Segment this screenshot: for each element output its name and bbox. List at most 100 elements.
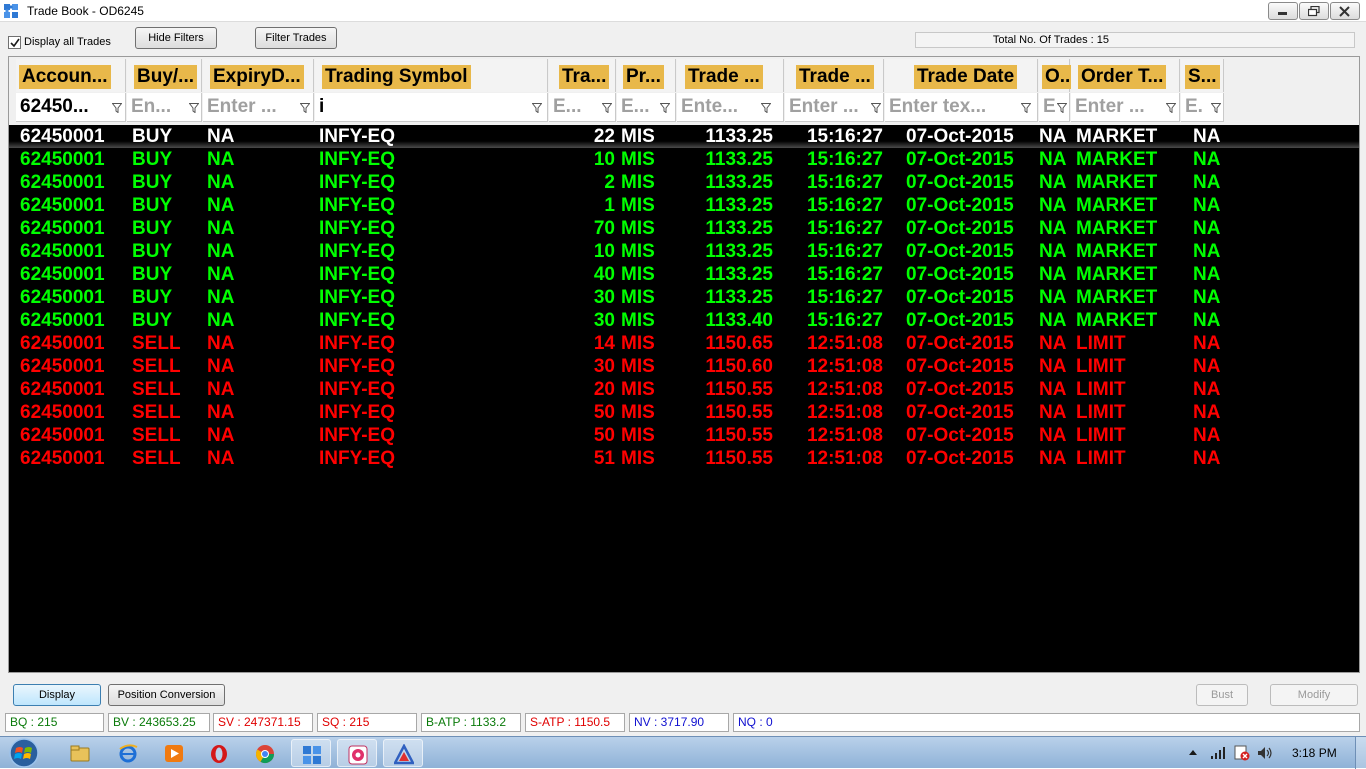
filter-funnel-icon[interactable] xyxy=(1057,103,1067,113)
table-row[interactable]: 62450001 BUY NA INFY-EQ 10 MIS 1133.25 15:16:27… xyxy=(9,148,1359,171)
column-header-symbol[interactable]: Trading Symbol xyxy=(315,59,548,92)
display-all-trades-checkbox[interactable] xyxy=(8,36,21,49)
position-conversion-button[interactable]: Position Conversion xyxy=(108,684,225,706)
column-header-label: Buy/... xyxy=(134,65,198,89)
filter-input-qty[interactable]: E... xyxy=(549,93,616,122)
table-row[interactable]: 62450001 BUY NA INFY-EQ 30 MIS 1133.25 15:16:27… xyxy=(9,286,1359,309)
filter-funnel-icon[interactable] xyxy=(761,103,771,113)
filter-text: E. xyxy=(1185,96,1203,117)
taskbar-item[interactable] xyxy=(337,739,377,767)
cell-account: 62450001 xyxy=(20,310,105,331)
display-all-trades-label: Display all Trades xyxy=(24,36,111,48)
column-header-ordertype[interactable]: Order T... xyxy=(1071,59,1180,92)
cell-date: 07-Oct-2015 xyxy=(906,126,1014,147)
column-header-product[interactable]: Pr... xyxy=(617,59,676,92)
taskbar-item[interactable] xyxy=(245,739,285,767)
filter-input-account[interactable]: 62450... xyxy=(16,93,126,122)
filter-funnel-icon[interactable] xyxy=(1166,103,1176,113)
cell-expiry: NA xyxy=(207,356,235,377)
trade-book-window: Trade Book - OD6245 Display all Trades H… xyxy=(0,0,1366,769)
filter-input-date[interactable]: Enter tex... xyxy=(885,93,1038,122)
show-hidden-icons-icon[interactable] xyxy=(1188,748,1198,756)
filter-funnel-icon[interactable] xyxy=(532,103,542,113)
cell-ordertype: MARKET xyxy=(1076,287,1158,308)
taskbar-item[interactable] xyxy=(108,739,148,767)
column-header-o[interactable]: O.. xyxy=(1039,59,1074,92)
close-button[interactable] xyxy=(1330,2,1360,20)
taskbar-item[interactable] xyxy=(154,739,194,767)
table-row[interactable]: 62450001 BUY NA INFY-EQ 1 MIS 1133.25 15:16:27 0… xyxy=(9,194,1359,217)
cell-side: BUY xyxy=(132,126,173,147)
column-header-price[interactable]: Trade ... xyxy=(677,59,784,92)
filter-input-price[interactable]: Ente... xyxy=(677,93,784,122)
filter-input-expiry[interactable]: Enter ... xyxy=(203,93,314,122)
cell-price: 1133.25 xyxy=(705,287,773,308)
filter-input-ordertype[interactable]: Enter ... xyxy=(1071,93,1180,122)
filter-funnel-icon[interactable] xyxy=(871,103,881,113)
display-button[interactable]: Display xyxy=(13,684,101,706)
cell-time: 12:51:08 xyxy=(806,379,883,400)
filter-text: E... xyxy=(621,96,650,117)
filter-input-s[interactable]: E. xyxy=(1181,93,1224,122)
filter-funnel-icon[interactable] xyxy=(1021,103,1031,113)
cell-s: NA xyxy=(1193,402,1221,423)
taskbar-item[interactable] xyxy=(383,739,423,767)
hide-filters-button[interactable]: Hide Filters xyxy=(135,27,217,49)
column-header-side[interactable]: Buy/... xyxy=(127,59,202,92)
column-header-expiry[interactable]: ExpiryD... xyxy=(203,59,314,92)
table-row[interactable]: 62450001 SELL NA INFY-EQ 51 MIS 1150.55 12:51:0… xyxy=(9,447,1359,470)
filter-funnel-icon[interactable] xyxy=(1211,103,1221,113)
paint-app-icon xyxy=(348,745,368,765)
cell-date: 07-Oct-2015 xyxy=(906,379,1014,400)
table-row[interactable]: 62450001 BUY NA INFY-EQ 10 MIS 1133.25 15:16:27… xyxy=(9,240,1359,263)
table-row[interactable]: 62450001 SELL NA INFY-EQ 50 MIS 1150.55 12:51:0… xyxy=(9,424,1359,447)
restore-button[interactable] xyxy=(1299,2,1329,20)
taskbar-item[interactable] xyxy=(291,739,331,767)
windows-start-icon[interactable] xyxy=(4,738,44,768)
filter-funnel-icon[interactable] xyxy=(189,103,199,113)
table-row[interactable]: 62450001 BUY NA INFY-EQ 2 MIS 1133.25 15:16:27 0… xyxy=(9,171,1359,194)
modify-button[interactable]: Modify xyxy=(1270,684,1358,706)
cell-account: 62450001 xyxy=(20,448,105,469)
minimize-button[interactable] xyxy=(1268,2,1298,20)
cell-qty: 14 xyxy=(593,333,615,354)
sell-atp: S-ATP : 1150.5 xyxy=(525,713,625,732)
filter-input-o[interactable]: E xyxy=(1039,93,1070,122)
cell-symbol: INFY-EQ xyxy=(319,195,396,216)
taskbar-item[interactable] xyxy=(60,739,100,767)
filter-funnel-icon[interactable] xyxy=(660,103,670,113)
cell-product: MIS xyxy=(621,310,655,331)
filter-input-product[interactable]: E... xyxy=(617,93,676,122)
network-icon[interactable] xyxy=(1210,746,1226,760)
table-row[interactable]: 62450001 SELL NA INFY-EQ 30 MIS 1150.60 12:51:0… xyxy=(9,355,1359,378)
cell-o: NA xyxy=(1039,425,1067,446)
column-header-account[interactable]: Accoun... xyxy=(16,59,126,92)
column-header-date[interactable]: Trade Date xyxy=(885,59,1038,92)
trades-grid[interactable]: 62450001 BUY NA INFY-EQ 22 MIS 1133.25 15:16:27… xyxy=(8,56,1360,673)
column-header-time[interactable]: Trade ... xyxy=(785,59,884,92)
filter-funnel-icon[interactable] xyxy=(300,103,310,113)
bust-button[interactable]: Bust xyxy=(1196,684,1248,706)
filter-input-side[interactable]: En... xyxy=(127,93,202,122)
column-header-qty[interactable]: Tra... xyxy=(549,59,616,92)
table-row[interactable]: 62450001 SELL NA INFY-EQ 14 MIS 1150.65 12:51:0… xyxy=(9,332,1359,355)
taskbar-item[interactable] xyxy=(199,739,239,767)
filter-funnel-icon[interactable] xyxy=(602,103,612,113)
table-row[interactable]: 62450001 BUY NA INFY-EQ 30 MIS 1133.40 15:16:27… xyxy=(9,309,1359,332)
filter-input-time[interactable]: Enter ... xyxy=(785,93,884,122)
table-row[interactable]: 62450001 SELL NA INFY-EQ 50 MIS 1150.55 12:51:0… xyxy=(9,401,1359,424)
volume-icon[interactable] xyxy=(1257,746,1273,760)
action-center-icon[interactable] xyxy=(1234,745,1250,761)
cell-date: 07-Oct-2015 xyxy=(906,195,1014,216)
filter-input-symbol[interactable]: i xyxy=(315,93,548,122)
cell-side: BUY xyxy=(132,172,173,193)
filter-funnel-icon[interactable] xyxy=(112,103,122,113)
table-row[interactable]: 62450001 BUY NA INFY-EQ 22 MIS 1133.25 15:16:27… xyxy=(9,125,1359,148)
filter-trades-button[interactable]: Filter Trades xyxy=(255,27,337,49)
column-header-s[interactable]: S... xyxy=(1181,59,1224,92)
table-row[interactable]: 62450001 SELL NA INFY-EQ 20 MIS 1150.55 12:51:0… xyxy=(9,378,1359,401)
show-desktop-button[interactable] xyxy=(1355,737,1366,769)
table-row[interactable]: 62450001 BUY NA INFY-EQ 70 MIS 1133.25 15:16:27… xyxy=(9,217,1359,240)
cell-o: NA xyxy=(1039,379,1067,400)
table-row[interactable]: 62450001 BUY NA INFY-EQ 40 MIS 1133.25 15:16:27… xyxy=(9,263,1359,286)
